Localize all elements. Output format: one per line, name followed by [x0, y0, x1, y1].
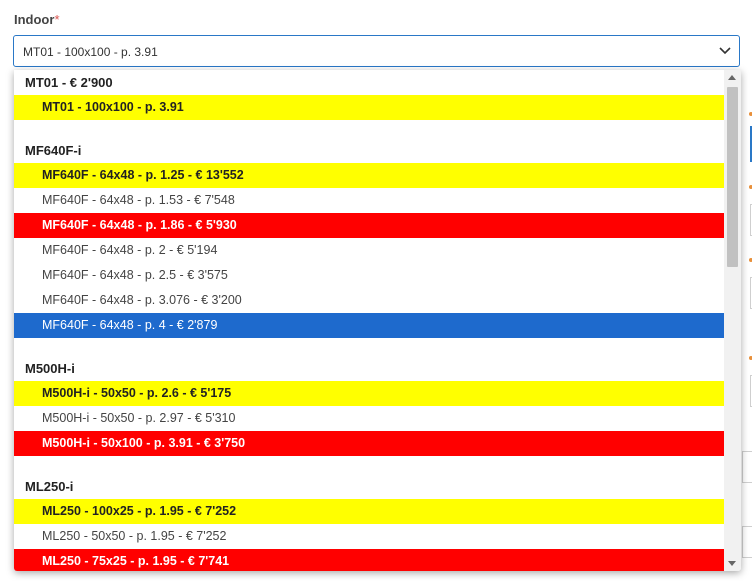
dropdown-option[interactable]: M500H-i - 50x50 - p. 2.97 - € 5'310	[14, 406, 724, 431]
option-group-label: MT01 - € 2'900	[25, 75, 113, 90]
field-label-text: Indoor	[14, 12, 55, 27]
option-list: MT01 - € 2'900 MT01 - 100x100 - p. 3.91 MF…	[14, 70, 724, 571]
dropdown-option[interactable]: MT01 - 100x100 - p. 3.91	[14, 95, 724, 120]
dropdown-option[interactable]: MF640F - 64x48 - p. 2 - € 5'194	[14, 238, 724, 263]
indoor-dropdown-list[interactable]: MT01 - € 2'900 MT01 - 100x100 - p. 3.91 MF…	[14, 70, 741, 571]
dropdown-option[interactable]: MF640F - 64x48 - p. 1.86 - € 5'930	[14, 213, 724, 238]
indoor-field-label: Indoor*	[14, 12, 60, 27]
option-group-label: MF640F-i	[25, 143, 82, 158]
background-button-edge	[742, 526, 752, 558]
option-group-label: ML250-i	[25, 479, 74, 494]
dropdown-option[interactable]: M500H-i - 50x50 - p. 2.6 - € 5'175	[14, 381, 724, 406]
select-current-value: MT01 - 100x100 - p. 3.91	[23, 45, 158, 59]
dropdown-option[interactable]: M500H-i - 50x100 - p. 3.91 - € 3'750	[14, 431, 724, 456]
scrollbar[interactable]	[724, 70, 741, 571]
dropdown-option[interactable]: MF640F - 64x48 - p. 1.25 - € 13'552	[14, 163, 724, 188]
dropdown-option[interactable]: ML250 - 50x50 - p. 1.95 - € 7'252	[14, 524, 724, 549]
option-group-label: M500H-i	[25, 361, 75, 376]
background-button-edge	[742, 451, 752, 483]
dropdown-option[interactable]: MF640F - 64x48 - p. 1.53 - € 7'548	[14, 188, 724, 213]
dropdown-option[interactable]: MF640F - 64x48 - p. 3.076 - € 3'200	[14, 288, 724, 313]
chevron-down-icon	[719, 47, 731, 55]
dropdown-option[interactable]: ML250 - 100x25 - p. 1.95 - € 7'252	[14, 499, 724, 524]
arrow-down-icon[interactable]	[728, 561, 736, 566]
dropdown-option[interactable]: MF640F - 64x48 - p. 4 - € 2'879	[14, 313, 724, 338]
dropdown-option[interactable]: MF640F - 64x48 - p. 2.5 - € 3'575	[14, 263, 724, 288]
dropdown-option[interactable]: ML250 - 75x25 - p. 1.95 - € 7'741	[14, 549, 724, 571]
arrow-up-icon[interactable]	[728, 75, 736, 80]
scrollbar-thumb[interactable]	[727, 87, 738, 267]
indoor-select[interactable]: MT01 - 100x100 - p. 3.91	[13, 35, 740, 67]
required-mark: *	[54, 12, 60, 27]
